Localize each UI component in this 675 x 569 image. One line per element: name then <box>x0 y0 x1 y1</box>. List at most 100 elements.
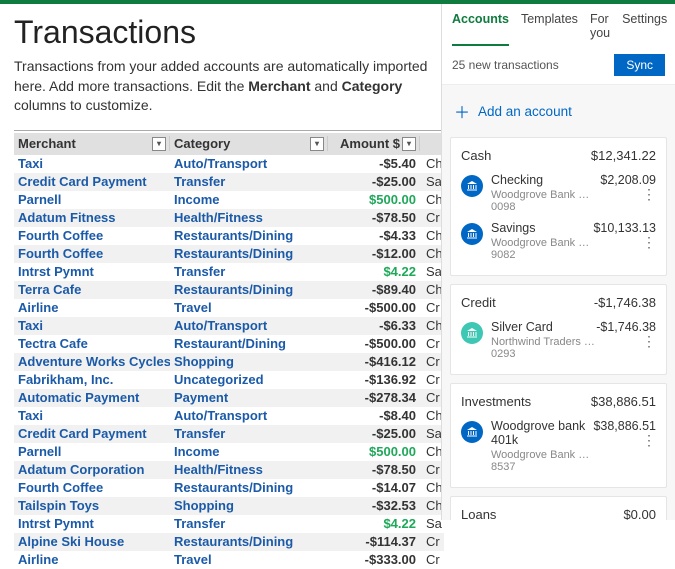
cell-merchant[interactable]: Alpine Ski House <box>14 534 170 549</box>
col-header-merchant[interactable]: Merchant ▾ <box>14 136 170 151</box>
sync-button[interactable]: Sync <box>614 54 665 76</box>
cell-category[interactable]: Transfer <box>170 426 328 441</box>
table-row[interactable]: Fourth CoffeeRestaurants/Dining-$4.33Ch <box>14 227 444 245</box>
table-row[interactable]: Fourth CoffeeRestaurants/Dining-$12.00Ch <box>14 245 444 263</box>
more-icon[interactable]: ⋮ <box>593 239 656 245</box>
group-total: $0.00 <box>623 507 656 520</box>
table-row[interactable]: Tectra CafeRestaurant/Dining-$500.00Cr <box>14 335 444 353</box>
cell-merchant[interactable]: Parnell <box>14 192 170 207</box>
cell-category[interactable]: Travel <box>170 552 328 567</box>
cell-category[interactable]: Restaurants/Dining <box>170 282 328 297</box>
col-header-category[interactable]: Category ▾ <box>170 136 328 151</box>
cell-category[interactable]: Shopping <box>170 354 328 369</box>
table-row[interactable]: Terra CafeRestaurants/Dining-$89.40Ch <box>14 281 444 299</box>
cell-category[interactable]: Payment <box>170 390 328 405</box>
table-row[interactable]: Automatic PaymentPayment-$278.34Cr <box>14 389 444 407</box>
cell-category[interactable]: Shopping <box>170 498 328 513</box>
cell-category[interactable]: Auto/Transport <box>170 318 328 333</box>
cell-merchant[interactable]: Taxi <box>14 318 170 333</box>
table-row[interactable]: AirlineTravel-$333.00Cr <box>14 551 444 569</box>
cell-merchant[interactable]: Adatum Corporation <box>14 462 170 477</box>
table-row[interactable]: Tailspin ToysShopping-$32.53Ch <box>14 497 444 515</box>
table-row[interactable]: Alpine Ski HouseRestaurants/Dining-$114.… <box>14 533 444 551</box>
cell-merchant[interactable]: Fourth Coffee <box>14 246 170 261</box>
group-total: $12,341.22 <box>591 148 656 163</box>
chevron-down-icon[interactable]: ▾ <box>310 137 324 151</box>
cell-merchant[interactable]: Adventure Works Cycles <box>14 354 170 369</box>
cell-category[interactable]: Restaurants/Dining <box>170 534 328 549</box>
cell-merchant[interactable]: Intrst Pymnt <box>14 516 170 531</box>
table-row[interactable]: TaxiAuto/Transport-$8.40Ch <box>14 407 444 425</box>
account-subtitle: Woodgrove Bank …0098 <box>491 189 600 213</box>
cell-merchant[interactable]: Adatum Fitness <box>14 210 170 225</box>
table-row[interactable]: AirlineTravel-$500.00Cr <box>14 299 444 317</box>
more-icon[interactable]: ⋮ <box>593 437 656 443</box>
divider <box>14 130 444 131</box>
account-amount: $38,886.51 <box>593 419 656 433</box>
cell-merchant[interactable]: Tectra Cafe <box>14 336 170 351</box>
cell-merchant[interactable]: Fourth Coffee <box>14 228 170 243</box>
account-row[interactable]: Silver CardNorthwind Traders …0293-$1,74… <box>461 320 656 360</box>
cell-merchant[interactable]: Intrst Pymnt <box>14 264 170 279</box>
table-row[interactable]: Fabrikham, Inc.Uncategorized-$136.92Cr <box>14 371 444 389</box>
cell-category[interactable]: Restaurant/Dining <box>170 336 328 351</box>
table-row[interactable]: Credit Card PaymentTransfer-$25.00Sa <box>14 173 444 191</box>
cell-category[interactable]: Transfer <box>170 264 328 279</box>
cell-merchant[interactable]: Automatic Payment <box>14 390 170 405</box>
cell-category[interactable]: Income <box>170 444 328 459</box>
tab-for-you[interactable]: For you <box>590 12 610 46</box>
more-icon[interactable]: ⋮ <box>600 191 656 197</box>
cell-merchant[interactable]: Taxi <box>14 408 170 423</box>
table-row[interactable]: ParnellIncome$500.00Ch <box>14 443 444 461</box>
col-header-amount[interactable]: Amount $ ▾ <box>328 136 420 151</box>
add-account-button[interactable]: ＋ Add an account <box>442 85 675 137</box>
cell-category[interactable]: Uncategorized <box>170 372 328 387</box>
group-title: Loans <box>461 507 496 520</box>
table-row[interactable]: Adatum CorporationHealth/Fitness-$78.50C… <box>14 461 444 479</box>
cell-merchant[interactable]: Taxi <box>14 156 170 171</box>
cell-merchant[interactable]: Credit Card Payment <box>14 174 170 189</box>
cell-category[interactable]: Health/Fitness <box>170 462 328 477</box>
cell-category[interactable]: Restaurants/Dining <box>170 246 328 261</box>
table-row[interactable]: Fourth CoffeeRestaurants/Dining-$14.07Ch <box>14 479 444 497</box>
cell-merchant[interactable]: Fabrikham, Inc. <box>14 372 170 387</box>
chevron-down-icon[interactable]: ▾ <box>402 137 416 151</box>
tab-templates[interactable]: Templates <box>521 12 578 46</box>
account-row[interactable]: SavingsWoodgrove Bank …9082$10,133.13⋮ <box>461 221 656 261</box>
add-account-label: Add an account <box>478 104 572 119</box>
cell-category[interactable]: Transfer <box>170 516 328 531</box>
cell-merchant[interactable]: Tailspin Toys <box>14 498 170 513</box>
table-row[interactable]: Adatum FitnessHealth/Fitness-$78.50Cr <box>14 209 444 227</box>
chevron-down-icon[interactable]: ▾ <box>152 137 166 151</box>
cell-category[interactable]: Health/Fitness <box>170 210 328 225</box>
table-row[interactable]: TaxiAuto/Transport-$5.40Ch <box>14 155 444 173</box>
table-row[interactable]: Adventure Works CyclesShopping-$416.12Cr <box>14 353 444 371</box>
more-icon[interactable]: ⋮ <box>596 338 656 344</box>
table-row[interactable]: Intrst PymntTransfer$4.22Sa <box>14 515 444 533</box>
cell-category[interactable]: Transfer <box>170 174 328 189</box>
cell-category[interactable]: Auto/Transport <box>170 156 328 171</box>
table-row[interactable]: Intrst PymntTransfer$4.22Sa <box>14 263 444 281</box>
tab-accounts[interactable]: Accounts <box>452 12 509 46</box>
cell-category[interactable]: Income <box>170 192 328 207</box>
plus-icon: ＋ <box>454 99 470 123</box>
cell-merchant[interactable]: Parnell <box>14 444 170 459</box>
cell-category[interactable]: Restaurants/Dining <box>170 228 328 243</box>
cell-merchant[interactable]: Airline <box>14 300 170 315</box>
tab-settings[interactable]: Settings <box>622 12 667 46</box>
cell-category[interactable]: Restaurants/Dining <box>170 480 328 495</box>
group-title: Investments <box>461 394 531 409</box>
account-row[interactable]: Woodgrove bank 401kWoodgrove Bank …8537$… <box>461 419 656 473</box>
bank-icon <box>461 421 483 443</box>
table-row[interactable]: TaxiAuto/Transport-$6.33Ch <box>14 317 444 335</box>
cell-merchant[interactable]: Airline <box>14 552 170 567</box>
cell-merchant[interactable]: Terra Cafe <box>14 282 170 297</box>
cell-merchant[interactable]: Fourth Coffee <box>14 480 170 495</box>
table-row[interactable]: ParnellIncome$500.00Ch <box>14 191 444 209</box>
sidebar-tabs: Accounts Templates For you Settings <box>442 4 675 46</box>
table-row[interactable]: Credit Card PaymentTransfer-$25.00Sa <box>14 425 444 443</box>
account-row[interactable]: CheckingWoodgrove Bank …0098$2,208.09⋮ <box>461 173 656 213</box>
cell-category[interactable]: Travel <box>170 300 328 315</box>
cell-category[interactable]: Auto/Transport <box>170 408 328 423</box>
cell-merchant[interactable]: Credit Card Payment <box>14 426 170 441</box>
